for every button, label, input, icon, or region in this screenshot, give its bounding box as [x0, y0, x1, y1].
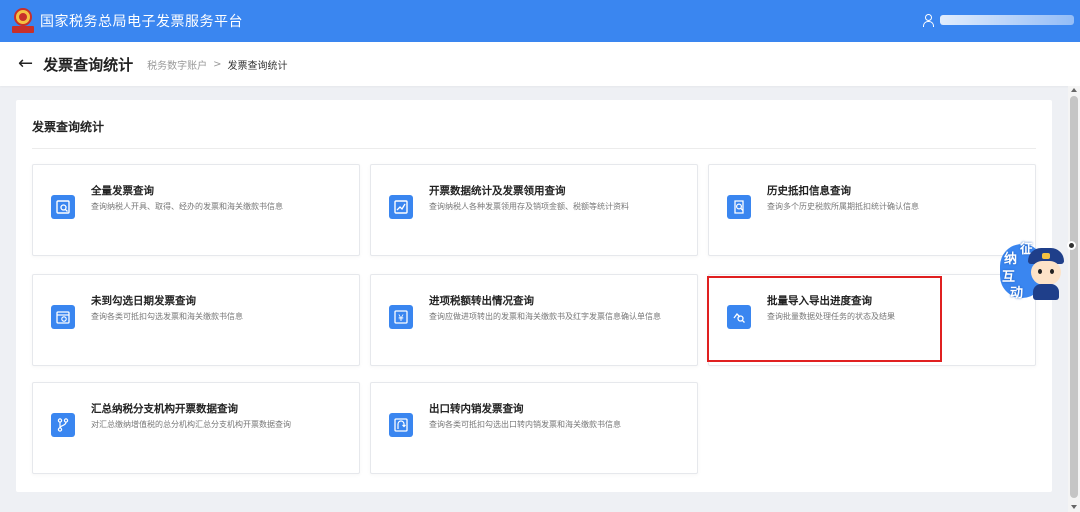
page-subheader: ← 发票查询统计 税务数字账户 > 发票查询统计 [0, 42, 1080, 86]
user-menu[interactable] [922, 14, 1074, 27]
breadcrumb-separator: > [213, 58, 222, 70]
top-header-bar: 国家税务总局电子发票服务平台 [0, 0, 1080, 42]
card-title: 未到勾选日期发票查询 [91, 295, 196, 307]
panel-divider [32, 148, 1036, 149]
card-history-deduction-query[interactable]: 历史抵扣信息查询 查询多个历史税款所属期抵扣统计确认信息 [708, 164, 1036, 256]
card-description: 查询各类可抵扣勾选出口转内销发票和海关缴款书信息 [429, 420, 621, 429]
mascot-character-icon [1026, 248, 1066, 300]
chart-trend-icon [389, 195, 413, 219]
page-title: 发票查询统计 [43, 55, 134, 74]
card-title: 汇总纳税分支机构开票数据查询 [91, 403, 238, 415]
branch-icon [51, 413, 75, 437]
card-title: 全量发票查询 [91, 185, 154, 197]
arrow-left-icon[interactable]: ← [18, 55, 33, 73]
user-icon [922, 14, 934, 27]
mascot-char: 动 [1010, 286, 1024, 301]
card-full-invoice-query[interactable]: 全量发票查询 查询纳税人开具、取得、经办的发票和海关缴款书信息 [32, 164, 360, 256]
app-title: 国家税务总局电子发票服务平台 [40, 14, 243, 30]
card-description: 查询多个历史税款所属期抵扣统计确认信息 [767, 202, 919, 211]
card-description: 查询纳税人各种发票领用存及销项金额、税额等统计资料 [429, 202, 629, 211]
card-description: 对汇总缴纳增值税的总分机构汇总分支机构开票数据查询 [91, 420, 291, 429]
card-description: 查询纳税人开具、取得、经办的发票和海关缴款书信息 [91, 202, 283, 211]
card-invoice-stats-query[interactable]: 开票数据统计及发票领用查询 查询纳税人各种发票领用存及销项金额、税额等统计资料 [370, 164, 698, 256]
card-branch-invoice-query[interactable]: 汇总纳税分支机构开票数据查询 对汇总缴纳增值税的总分机构汇总分支机构开票数据查询 [32, 382, 360, 474]
mascot-char: 纳 [1004, 252, 1018, 267]
card-export-to-domestic-query[interactable]: 出口转内销发票查询 查询各类可抵扣勾选出口转内销发票和海关缴款书信息 [370, 382, 698, 474]
card-description: 查询应做进项转出的发票和海关缴款书及红字发票信息确认单信息 [429, 312, 661, 321]
card-pending-selection-query[interactable]: 未到勾选日期发票查询 查询各类可抵扣勾选发票和海关缴款书信息 [32, 274, 360, 366]
card-title: 历史抵扣信息查询 [767, 185, 851, 197]
mascot-toggle-dot[interactable] [1067, 241, 1076, 250]
breadcrumb-parent[interactable]: 税务数字账户 [147, 57, 207, 72]
card-title: 出口转内销发票查询 [429, 403, 524, 415]
tax-emblem-logo [12, 8, 34, 34]
card-title: 开票数据统计及发票领用查询 [429, 185, 566, 197]
red-highlight-box [707, 276, 942, 362]
card-input-tax-transfer-query[interactable]: ¥ 进项税额转出情况查询 查询应做进项转出的发票和海关缴款书及红字发票信息确认单… [370, 274, 698, 366]
history-search-icon [727, 195, 751, 219]
svg-text:¥: ¥ [398, 314, 404, 324]
yuan-transfer-icon: ¥ [389, 305, 413, 329]
calendar-clock-icon [51, 305, 75, 329]
card-title: 进项税额转出情况查询 [429, 295, 534, 307]
export-return-icon [389, 413, 413, 437]
interaction-mascot-widget[interactable]: 征 纳 互 动 [996, 236, 1076, 306]
card-description: 查询各类可抵扣勾选发票和海关缴款书信息 [91, 312, 243, 321]
breadcrumb-current: 发票查询统计 [227, 60, 288, 72]
scroll-up-arrow-icon[interactable] [1071, 88, 1077, 92]
scroll-down-arrow-icon[interactable] [1071, 505, 1077, 509]
invoice-search-icon [51, 195, 75, 219]
user-name-redacted [940, 15, 1074, 25]
panel-title: 发票查询统计 [32, 120, 105, 134]
